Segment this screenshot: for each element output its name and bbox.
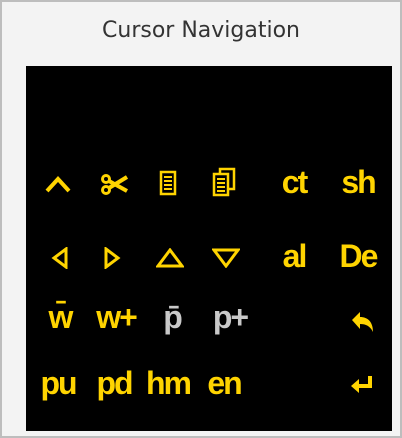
next-word-label: w+ (96, 299, 138, 335)
enter-key[interactable] (342, 366, 382, 404)
title-bar: Cursor Navigation (2, 2, 400, 58)
triangle-up-icon (156, 248, 184, 268)
paste-key[interactable] (204, 160, 244, 204)
undo-key[interactable] (342, 302, 382, 342)
page-up-key[interactable]: pu (36, 362, 80, 404)
home-key[interactable]: hm (142, 362, 194, 404)
home-label: hm (146, 365, 192, 401)
page-up-label: pu (40, 365, 77, 401)
prev-word-label: w̄ (48, 299, 74, 335)
right-key[interactable] (94, 238, 130, 278)
alt-key-label: al (282, 238, 308, 274)
key-pad: ct sh al De w̄ w+ p̄ p+ pu pd hm en (26, 66, 392, 431)
alt-key[interactable]: al (270, 234, 318, 278)
triangle-left-icon (51, 247, 69, 269)
left-key[interactable] (44, 238, 76, 278)
page-down-label: pd (96, 365, 133, 401)
scissors-icon (99, 172, 129, 196)
triangle-down-icon (212, 248, 240, 268)
next-page-key[interactable]: p+ (208, 294, 252, 340)
copy-key[interactable] (150, 162, 186, 204)
next-page-label: p+ (212, 299, 249, 335)
undo-arrow-icon (348, 308, 376, 336)
page-down-key[interactable]: pd (90, 362, 138, 404)
up-triangle-key[interactable] (150, 240, 190, 276)
ctrl-key[interactable]: ct (270, 160, 318, 204)
end-key[interactable]: en (200, 362, 248, 404)
delete-key[interactable]: De (330, 234, 386, 278)
cut-key[interactable] (94, 164, 134, 204)
prev-page-key[interactable]: p̄ (150, 294, 194, 340)
shift-key[interactable]: sh (330, 160, 386, 204)
ctrl-key-label: ct (281, 164, 308, 200)
prev-word-key[interactable]: w̄ (40, 294, 80, 340)
return-arrow-icon (349, 373, 375, 397)
end-label: en (207, 365, 242, 401)
up-key[interactable] (40, 164, 76, 204)
prev-page-label: p̄ (163, 299, 182, 335)
cursor-navigation-window: Cursor Navigation ct sh al De w̄ w+ p̄ p… (0, 0, 402, 438)
delete-key-label: De (339, 238, 379, 274)
caret-up-icon (45, 175, 71, 193)
window-title: Cursor Navigation (102, 17, 300, 43)
shift-key-label: sh (341, 164, 376, 200)
documents-icon (211, 167, 237, 197)
document-icon (159, 170, 177, 196)
triangle-right-icon (103, 247, 121, 269)
down-triangle-key[interactable] (206, 240, 246, 276)
next-word-key[interactable]: w+ (94, 294, 138, 340)
